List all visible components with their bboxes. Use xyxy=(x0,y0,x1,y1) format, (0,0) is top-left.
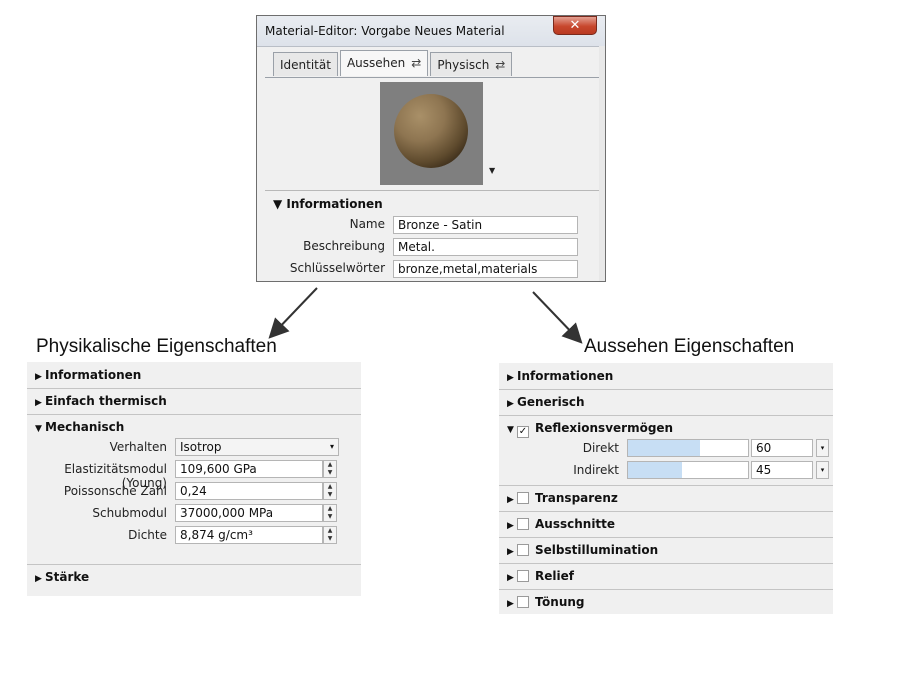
section-label: Transparenz xyxy=(535,491,618,505)
spin-up-icon: ▲ xyxy=(327,483,333,490)
spin-down-icon: ▼ xyxy=(327,535,333,542)
physical-properties-panel: ▶ Informationen ▶ Einfach thermisch ▼ Mecha… xyxy=(27,362,361,596)
collapsed-icon: ▶ xyxy=(507,399,514,409)
spin-up-icon: ▲ xyxy=(327,505,333,512)
verhalten-dropdown[interactable]: Isotrop ▾ xyxy=(175,438,339,456)
caption-appearance: Aussehen Eigenschaften xyxy=(584,336,795,357)
indirekt-slider[interactable] xyxy=(627,461,749,479)
reflexion-checkbox[interactable]: ✓ xyxy=(517,426,529,438)
section-label: Ausschnitte xyxy=(535,517,616,531)
appearance-properties-panel: ▶ Informationen ▶ Generisch ▼ ✓ Reflexionsve… xyxy=(499,363,833,614)
relief-checkbox[interactable] xyxy=(517,570,529,582)
section-label: Stärke xyxy=(45,570,90,584)
section-relief[interactable]: ▶ Relief xyxy=(499,563,833,590)
expanded-icon: ▼ xyxy=(35,424,42,434)
section-toenung[interactable]: ▶ Tönung xyxy=(499,589,833,615)
verhalten-label: Verhalten xyxy=(109,440,167,454)
collapsed-icon: ▶ xyxy=(507,547,514,557)
schubmodul-field[interactable]: 37000,000 MPa xyxy=(175,504,323,522)
spin-down-icon: ▼ xyxy=(327,469,333,476)
dichte-label: Dichte xyxy=(128,528,167,542)
schubmodul-label: Schubmodul xyxy=(92,506,167,520)
slider-fill xyxy=(628,462,682,478)
collapsed-icon: ▶ xyxy=(35,372,42,382)
arrow-right xyxy=(532,291,583,344)
selbstillumination-checkbox[interactable] xyxy=(517,544,529,556)
indirekt-label: Indirekt xyxy=(573,463,619,477)
mechanisch-header[interactable]: ▼ Mechanisch xyxy=(35,420,124,434)
chevron-down-icon[interactable]: ▾ xyxy=(816,461,829,479)
spin-up-icon: ▲ xyxy=(327,461,333,468)
section-label: Mechanisch xyxy=(45,420,125,434)
poisson-label: Poissonsche Zahl xyxy=(63,484,167,498)
dichte-field[interactable]: 8,874 g/cm³ xyxy=(175,526,323,544)
spin-button[interactable]: ▲ ▼ xyxy=(323,504,337,522)
toenung-checkbox[interactable] xyxy=(517,596,529,608)
direkt-label: Direkt xyxy=(582,441,619,455)
collapsed-icon: ▶ xyxy=(507,521,514,531)
dropdown-value: Isotrop xyxy=(180,440,222,454)
spin-button[interactable]: ▲ ▼ xyxy=(323,460,337,478)
section-reflexionsvermoegen: ▼ ✓ Reflexionsvermögen Direkt 60 ▾ Indirek… xyxy=(499,415,833,486)
poisson-field[interactable]: 0,24 xyxy=(175,482,323,500)
section-generisch[interactable]: ▶ Generisch xyxy=(499,389,833,416)
transparenz-checkbox[interactable] xyxy=(517,492,529,504)
direkt-value[interactable]: 60 xyxy=(751,439,813,457)
direkt-slider[interactable] xyxy=(627,439,749,457)
caption-physical: Physikalische Eigenschaften xyxy=(36,336,277,357)
spin-up-icon: ▲ xyxy=(327,527,333,534)
section-label: Generisch xyxy=(517,395,585,409)
ausschnitte-checkbox[interactable] xyxy=(517,518,529,530)
section-label: Tönung xyxy=(535,595,585,609)
section-staerke[interactable]: ▶ Stärke xyxy=(27,564,361,590)
collapsed-icon: ▶ xyxy=(507,599,514,609)
section-label: Informationen xyxy=(517,369,614,383)
reflexion-header[interactable]: ▼ ✓ Reflexionsvermögen xyxy=(507,421,673,438)
section-label: Einfach thermisch xyxy=(45,394,167,408)
section-informationen[interactable]: ▶ Informationen xyxy=(27,362,361,389)
elastizitaetsmodul-field[interactable]: 109,600 GPa xyxy=(175,460,323,478)
section-einfach-thermisch[interactable]: ▶ Einfach thermisch xyxy=(27,388,361,415)
collapsed-icon: ▶ xyxy=(507,495,514,505)
collapsed-icon: ▶ xyxy=(35,398,42,408)
arrow-left xyxy=(268,287,318,339)
slider-fill xyxy=(628,440,700,456)
section-label: Reflexionsvermögen xyxy=(535,421,674,435)
expanded-icon: ▼ xyxy=(507,425,514,435)
section-label: Selbstillumination xyxy=(535,543,659,557)
collapsed-icon: ▶ xyxy=(507,573,514,583)
section-ausschnitte[interactable]: ▶ Ausschnitte xyxy=(499,511,833,538)
section-informationen[interactable]: ▶ Informationen xyxy=(499,363,833,390)
section-mechanisch: ▼ Mechanisch Verhalten Isotrop ▾ Elastizit… xyxy=(27,414,361,565)
spin-down-icon: ▼ xyxy=(327,491,333,498)
chevron-down-icon[interactable]: ▾ xyxy=(816,439,829,457)
section-label: Informationen xyxy=(45,368,142,382)
spin-button[interactable]: ▲ ▼ xyxy=(323,526,337,544)
indirekt-value[interactable]: 45 xyxy=(751,461,813,479)
spin-down-icon: ▼ xyxy=(327,513,333,520)
collapsed-icon: ▶ xyxy=(507,373,514,383)
section-label: Relief xyxy=(535,569,574,583)
section-transparenz[interactable]: ▶ Transparenz xyxy=(499,485,833,512)
section-selbstillumination[interactable]: ▶ Selbstillumination xyxy=(499,537,833,564)
collapsed-icon: ▶ xyxy=(35,574,42,584)
spin-button[interactable]: ▲ ▼ xyxy=(323,482,337,500)
chevron-down-icon: ▾ xyxy=(329,442,334,451)
